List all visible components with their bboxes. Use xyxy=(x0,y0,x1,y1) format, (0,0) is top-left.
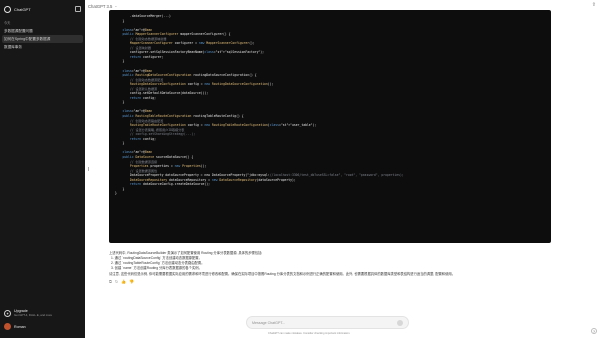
upgrade-subtitle: Get GPT-4, DALL·E, and more xyxy=(14,313,53,317)
assistant-message: 上述代码中, RoutingDataSourceBuilder 类演示了如何配置… xyxy=(109,251,554,284)
new-chat-icon[interactable] xyxy=(75,6,81,12)
message-actions: ⧉ ↻ 👍 👎 xyxy=(109,279,554,284)
upgrade-text: Upgrade Get GPT-4, DALL·E, and more xyxy=(14,309,52,317)
upgrade-plan-button[interactable]: ✦ Upgrade Get GPT-4, DALL·E, and more xyxy=(2,308,83,318)
model-name: ChatGPT 3.5 xyxy=(88,3,113,9)
chevron-down-icon: ⌄ xyxy=(114,4,118,8)
thumbs-up-icon[interactable]: 👍 xyxy=(121,279,126,284)
sidebar-section-today: 今天 xyxy=(4,21,11,25)
send-button[interactable] xyxy=(397,319,403,326)
sidebar-brand[interactable]: ChatGPT xyxy=(14,7,31,12)
sidebar-item-chat-2[interactable]: 如何在Spring中配置多数据源 xyxy=(2,35,83,44)
code-block: .dataSourceMerger(...) } class="an">@Bea… xyxy=(109,10,551,243)
sidebar: ChatGPT 今天 多数据源配置问题 如何在Spring中配置多数据源 数据库… xyxy=(0,0,85,338)
explanation-item: 3. 创建 `name` 方法创建Routing 分库分表数据源的各个实例。 xyxy=(111,266,202,270)
help-button[interactable]: ? xyxy=(591,328,597,334)
thumbs-down-icon[interactable]: 👎 xyxy=(129,279,134,284)
avatar xyxy=(4,323,11,330)
message-input[interactable] xyxy=(252,320,397,325)
model-selector[interactable]: ChatGPT 3.5 ⌄ xyxy=(88,4,117,9)
regenerate-icon[interactable]: ↻ xyxy=(115,279,118,284)
username: Roman xyxy=(14,324,26,329)
chatgpt-logo-icon xyxy=(4,5,11,13)
message-composer xyxy=(246,316,409,329)
user-menu-button[interactable]: Roman xyxy=(2,322,83,331)
share-icon[interactable]: ⇪ xyxy=(592,2,596,8)
copy-icon[interactable]: ⧉ xyxy=(109,279,112,284)
disclaimer: ChatGPT can make mistakes. Consider chec… xyxy=(268,332,351,335)
explanation-outro: 请注意, 这些代码仅是示例, 你可能需要根据实际应用的需求和环境进行修改和配置。… xyxy=(109,272,455,276)
code-lines: .dataSourceMerger(...) } class="an">@Bea… xyxy=(115,14,545,200)
scroll-indicator[interactable] xyxy=(88,167,89,171)
sidebar-item-chat-1[interactable]: 多数据源配置问题 xyxy=(0,27,85,35)
sidebar-header: ChatGPT xyxy=(0,2,85,16)
sparkle-icon: ✦ xyxy=(4,309,11,317)
sidebar-item-chat-3[interactable]: 数据库事务 xyxy=(0,43,85,51)
